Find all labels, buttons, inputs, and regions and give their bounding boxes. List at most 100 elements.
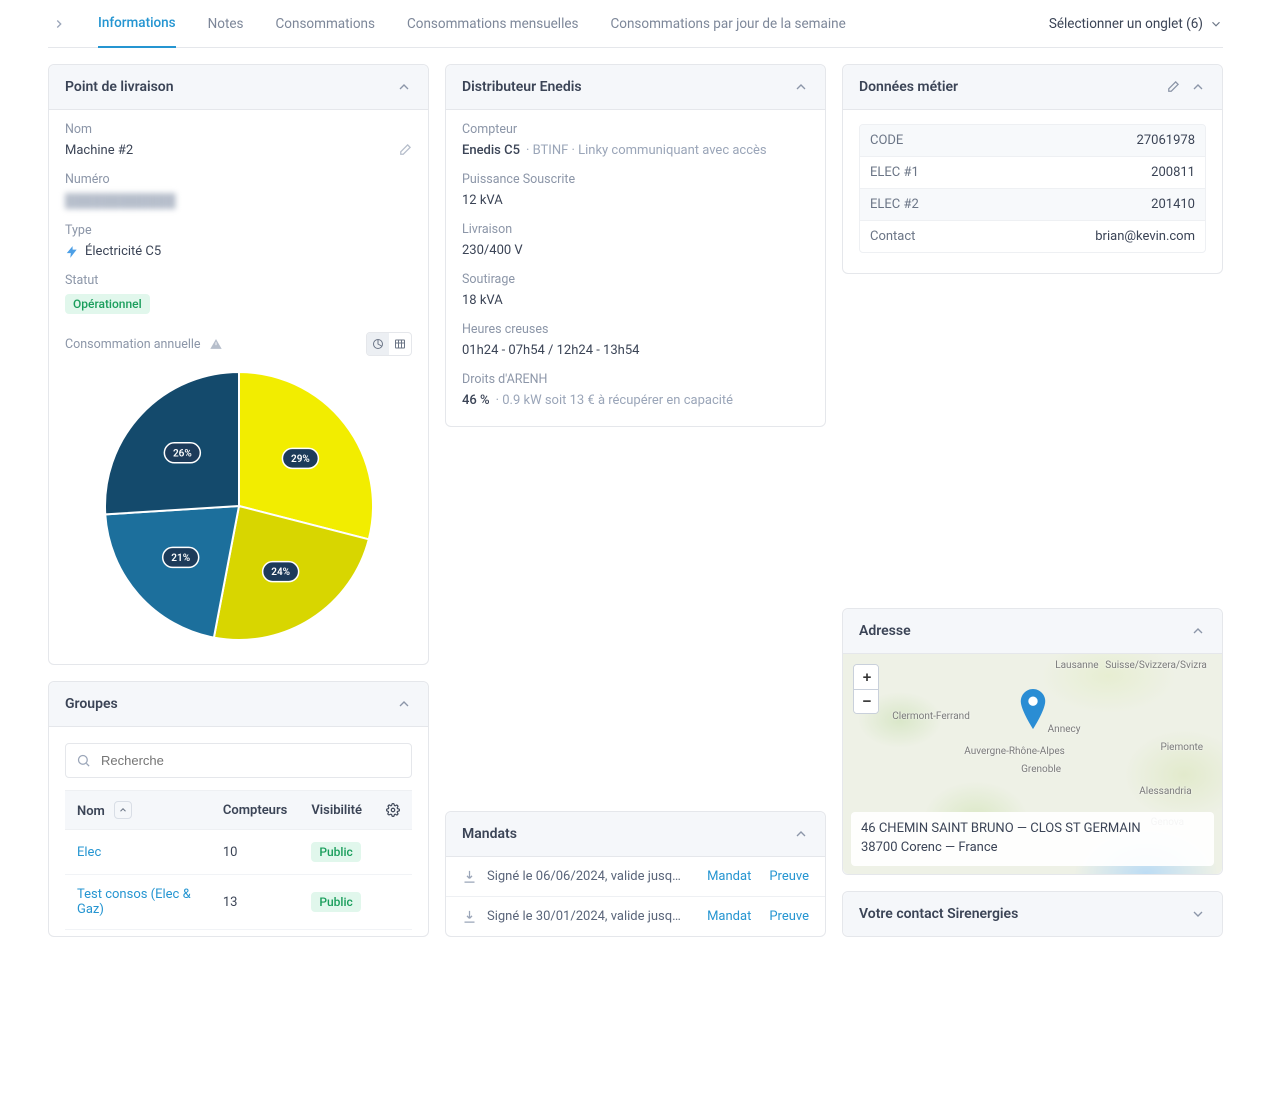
gear-icon xyxy=(386,803,400,817)
col-name[interactable]: Nom xyxy=(65,791,211,830)
collapse-icon[interactable] xyxy=(793,79,809,95)
mandat-row: Signé le 30/01/2024, valide jusq… Mandat… xyxy=(446,897,825,936)
hc-label: Heures creuses xyxy=(462,322,809,337)
address-line1: 46 CHEMIN SAINT BRUNO — CLOS ST GERMAIN xyxy=(861,820,1204,839)
table-row: Elec 10 Public xyxy=(65,830,412,875)
tab-picker-dropdown[interactable]: Sélectionner un onglet (6) xyxy=(1049,16,1223,32)
col-visibilite[interactable]: Visibilité xyxy=(299,791,374,830)
compteur-value: Enedis C5 xyxy=(462,143,520,158)
soutirage-label: Soutirage xyxy=(462,272,809,287)
map-label: Grenoble xyxy=(1021,764,1061,775)
col-compteurs[interactable]: Compteurs xyxy=(211,791,299,830)
number-value: ████████████ xyxy=(65,193,176,209)
tab-consommations[interactable]: Consommations xyxy=(276,0,375,48)
preuve-link[interactable]: Preuve xyxy=(769,909,809,924)
mandat-text: Signé le 30/01/2024, valide jusq… xyxy=(487,909,689,924)
cards-grid: Point de livraison Nom Machine #2 Numéro… xyxy=(48,64,1223,937)
livraison-value: 230/400 V xyxy=(462,243,523,258)
svg-text:21%: 21% xyxy=(171,553,190,564)
expand-icon[interactable] xyxy=(1190,906,1206,922)
chart-table-toggle xyxy=(366,332,412,356)
svg-text:29%: 29% xyxy=(291,454,310,465)
group-compteurs: 13 xyxy=(211,875,299,930)
map-label: Lausanne xyxy=(1055,660,1098,671)
mandat-link[interactable]: Mandat xyxy=(707,869,751,884)
card-address: Adresse + − Lausanne Suisse/Svizzera/Svi… xyxy=(842,608,1223,875)
tab-scroll-right-icon[interactable] xyxy=(52,17,66,31)
hc-value: 01h24 - 07h54 / 12h24 - 13h54 xyxy=(462,343,639,358)
visibility-badge: Public xyxy=(311,892,360,912)
livraison-label: Livraison xyxy=(462,222,809,237)
puissance-value: 12 kVA xyxy=(462,193,503,208)
status-label: Statut xyxy=(65,273,412,288)
group-link[interactable]: Test consos (Elec & Gaz) xyxy=(77,887,191,917)
collapse-icon[interactable] xyxy=(396,79,412,95)
card-groups: Groupes Nom xyxy=(48,681,429,937)
collapse-icon[interactable] xyxy=(793,826,809,842)
card-title: Distributeur Enedis xyxy=(462,79,783,95)
preuve-link[interactable]: Preuve xyxy=(769,869,809,884)
group-compteurs: 10 xyxy=(211,830,299,875)
tab-notes[interactable]: Notes xyxy=(208,0,244,48)
edit-name-icon[interactable] xyxy=(397,143,412,158)
map-zoom-in[interactable]: + xyxy=(854,665,879,689)
name-value: Machine #2 xyxy=(65,143,133,158)
groups-table: Nom Compteurs Visibilité Elec 10 Public xyxy=(65,790,412,930)
tab-informations[interactable]: Informations xyxy=(98,0,176,48)
collapse-icon[interactable] xyxy=(1190,79,1206,95)
compteur-detail: · BTINF · Linky communiquant avec accès xyxy=(526,143,767,158)
card-title: Données métier xyxy=(859,79,1155,95)
download-icon[interactable] xyxy=(462,909,477,924)
business-row: ELEC #1200811 xyxy=(860,157,1205,189)
mandat-text: Signé le 06/06/2024, valide jusq… xyxy=(487,869,689,884)
tab-consommations-jour-semaine[interactable]: Consommations par jour de la semaine xyxy=(610,0,845,48)
map-label: Piemonte xyxy=(1160,742,1203,753)
map-label: Suisse/Svizzera/Svizra xyxy=(1105,660,1207,671)
type-value: Électricité C5 xyxy=(85,244,161,259)
card-title: Groupes xyxy=(65,696,386,712)
card-delivery-point: Point de livraison Nom Machine #2 Numéro… xyxy=(48,64,429,665)
card-title: Adresse xyxy=(859,623,1180,639)
address-overlay: 46 CHEMIN SAINT BRUNO — CLOS ST GERMAIN … xyxy=(851,812,1214,866)
map-label: Alessandria xyxy=(1139,786,1191,797)
svg-text:24%: 24% xyxy=(271,567,290,578)
card-title: Mandats xyxy=(462,826,783,842)
arenh-label: Droits d'ARENH xyxy=(462,372,809,387)
warning-icon xyxy=(209,337,223,351)
annual-consumption-pie-chart: 29%24%21%26% xyxy=(65,366,412,646)
group-search[interactable] xyxy=(65,743,412,778)
address-map[interactable]: + − Lausanne Suisse/Svizzera/Svizra Cler… xyxy=(843,654,1222,874)
mandat-link[interactable]: Mandat xyxy=(707,909,751,924)
mandat-row: Signé le 06/06/2024, valide jusq… Mandat… xyxy=(446,857,825,897)
annual-consumption-label: Consommation annuelle xyxy=(65,337,201,352)
bolt-icon xyxy=(65,245,79,259)
card-distributor: Distributeur Enedis Compteur Enedis C5 ·… xyxy=(445,64,826,427)
number-label: Numéro xyxy=(65,172,412,187)
toggle-chart-button[interactable] xyxy=(367,333,389,355)
arenh-detail: · 0.9 kW soit 13 € à récupérer en capaci… xyxy=(496,393,733,408)
address-line2: 38700 Corenc — France xyxy=(861,839,1204,858)
map-label: Annecy xyxy=(1048,724,1081,735)
visibility-badge: Public xyxy=(311,842,360,862)
collapse-icon[interactable] xyxy=(1190,623,1206,639)
toggle-table-button[interactable] xyxy=(389,333,411,355)
card-contact-sirenergies: Votre contact Sirenergies xyxy=(842,891,1223,937)
tab-picker-label: Sélectionner un onglet (6) xyxy=(1049,16,1203,32)
group-link[interactable]: Elec xyxy=(77,845,101,860)
download-icon[interactable] xyxy=(462,869,477,884)
sort-name-icon[interactable] xyxy=(114,801,132,819)
business-row: ELEC #2201410 xyxy=(860,189,1205,221)
name-label: Nom xyxy=(65,122,412,137)
tab-consommations-mensuelles[interactable]: Consommations mensuelles xyxy=(407,0,579,48)
tab-bar: Informations Notes Consommations Consomm… xyxy=(48,0,1223,48)
edit-business-icon[interactable] xyxy=(1165,80,1180,95)
col-settings[interactable] xyxy=(374,791,412,830)
card-title: Point de livraison xyxy=(65,79,386,95)
group-search-input[interactable] xyxy=(99,752,401,769)
status-badge: Opérationnel xyxy=(65,294,150,314)
collapse-icon[interactable] xyxy=(396,696,412,712)
map-zoom-out[interactable]: − xyxy=(854,689,879,713)
arenh-value: 46 % xyxy=(462,393,490,408)
map-label: Clermont-Ferrand xyxy=(892,711,970,722)
map-label: Auvergne-Rhône-Alpes xyxy=(964,746,1065,757)
